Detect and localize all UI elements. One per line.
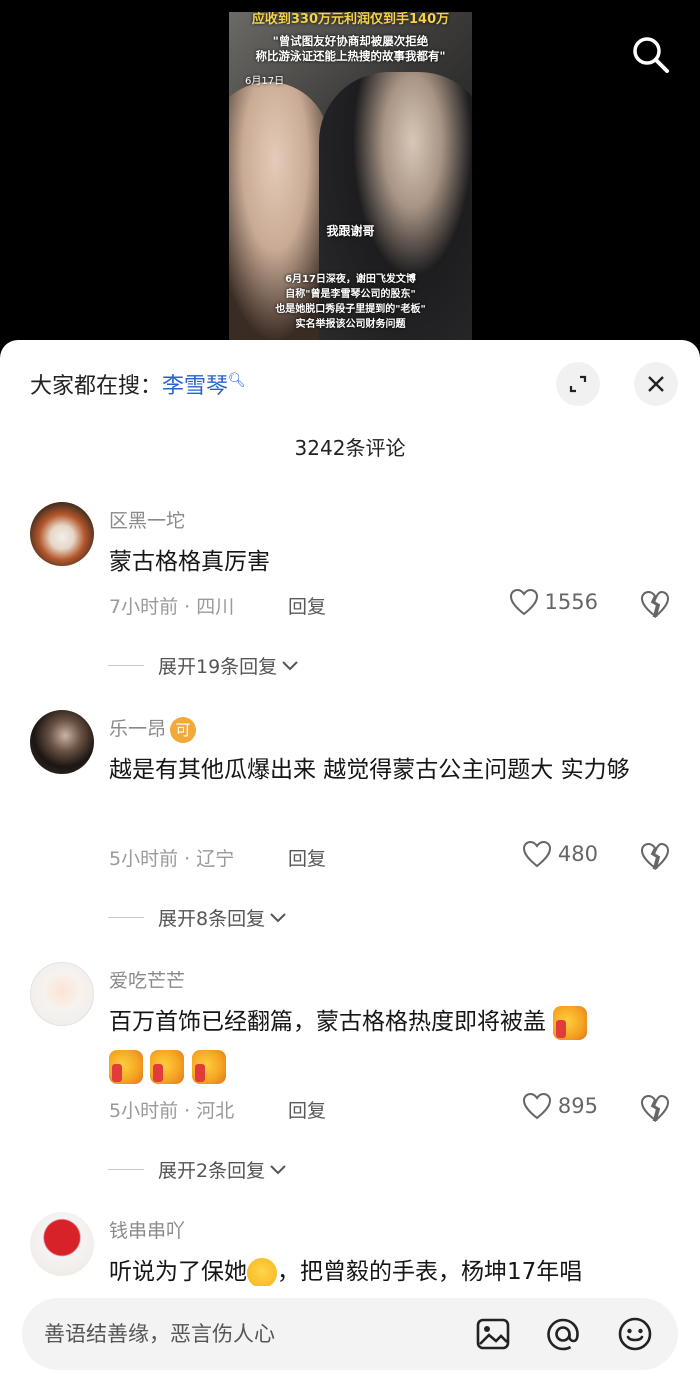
video-frame: 应收到330万元利润仅到手140万 "曾试图友好协商却被屡次拒绝 称比游泳证还能… [229,12,472,342]
user-badge: 可 [170,716,197,743]
divider [108,1169,144,1170]
trending-search-prefix: 大家都在搜： [30,374,163,399]
comment-text-body: 听说为了保她 [109,1259,247,1285]
trending-search[interactable]: 大家都在搜：李雪琴🔍︎ [30,368,246,400]
image-icon[interactable] [474,1315,512,1353]
thumbs-up-emoji-icon [191,1049,226,1084]
heart-icon [522,1092,551,1120]
at-icon[interactable] [544,1315,582,1353]
comment-username[interactable]: 钱串串吖 [109,1216,185,1243]
comment-text: 蒙古格格真厉害 [109,549,270,575]
comment-meta: 5小时前 · 河北 [109,1100,235,1122]
expand-replies-label: 展开8条回复 [158,908,266,930]
like-count: 895 [557,1094,598,1118]
broken-heart-icon[interactable] [640,590,670,620]
video-date: 6月17日 [245,76,285,87]
reply-button[interactable]: 回复 [288,1096,326,1123]
search-icon[interactable] [628,32,672,76]
comment-meta: 7小时前 · 四川 [109,596,235,618]
like-count: 480 [557,842,598,866]
comments-sheet: 大家都在搜：李雪琴🔍︎ 3242条评论 区黑一坨 蒙古格格真厉害 7小时前 · … [0,340,700,1373]
thumbs-up-emoji-icon [553,1005,588,1040]
video-subtitle: "曾试图友好协商却被屡次拒绝 称比游泳证还能上热搜的故事我都有" [233,34,468,64]
video-story-line: 也是她脱口秀段子里提到的"老板" [275,304,426,315]
expand-replies-button[interactable]: 展开8条回复 [108,904,287,931]
comment-text: 百万首饰已经翻篇，蒙古格格热度即将被盖 [109,1000,669,1088]
comment-text: 越是有其他瓜爆出来 越觉得蒙古公主问题大 实力够 [109,757,630,783]
divider [108,665,144,666]
emoji-icon[interactable] [616,1315,654,1353]
comment-username[interactable]: 区黑一坨 [109,506,185,533]
comment-username[interactable]: 乐一昂可 [109,714,197,743]
video-subtitle-line: "曾试图友好协商却被屡次拒绝 [272,34,429,48]
laughing-crying-emoji-icon [247,1257,277,1288]
reply-button[interactable]: 回复 [288,592,326,619]
avatar[interactable] [30,502,94,566]
like-button[interactable]: 1556 [509,588,598,616]
fullscreen-icon[interactable] [556,362,600,406]
heart-icon [522,840,551,868]
comment-input-container[interactable] [22,1298,678,1370]
video-caption: 我跟谢哥 [326,224,375,238]
avatar[interactable] [30,710,94,774]
comment-input[interactable] [44,1316,464,1352]
like-count: 1556 [544,590,598,614]
broken-heart-icon[interactable] [640,842,670,872]
chevron-down-icon [282,660,298,670]
thumbs-up-emoji-icon [109,1049,143,1084]
chevron-down-icon [270,912,286,922]
video-player[interactable]: 应收到330万元利润仅到手140万 "曾试图友好协商却被屡次拒绝 称比游泳证还能… [0,0,700,350]
expand-replies-button[interactable]: 展开2条回复 [108,1156,287,1183]
broken-heart-icon[interactable] [640,1094,670,1124]
comment-username-text: 乐一昂 [109,718,167,740]
comments-count-title: 3242条评论 [294,436,406,460]
chevron-down-icon [270,1164,286,1174]
comment-meta: 5小时前 · 辽宁 [109,848,235,870]
expand-replies-button[interactable]: 展开19条回复 [108,652,299,679]
heart-icon [509,588,538,616]
comment-username[interactable]: 爱吃芒芒 [109,966,185,993]
trending-search-keyword[interactable]: 李雪琴 [162,374,228,399]
close-icon[interactable] [634,362,678,406]
avatar[interactable] [30,962,94,1026]
expand-replies-label: 展开2条回复 [158,1160,266,1182]
thumbs-up-emoji-icon [150,1049,185,1084]
video-story-text: 6月17日深夜，谢田飞发文博 自称"曾是李雪琴公司的股东" 也是她脱口秀段子里提… [235,272,466,332]
expand-replies-label: 展开19条回复 [158,656,278,678]
video-subtitle-line: 称比游泳证还能上热搜的故事我都有" [255,49,446,63]
reply-button[interactable]: 回复 [288,844,326,871]
comment-text-tail: ，把曾毅的手表，杨坤17年唱 [277,1259,583,1285]
small-search-icon: 🔍︎ [228,372,246,389]
video-story-line: 6月17日深夜，谢田飞发文博 [285,274,416,285]
comment-input-bar [0,1286,700,1373]
like-button[interactable]: 480 [522,840,598,868]
video-headline: 应收到330万元利润仅到手140万 [251,12,450,27]
divider [108,917,144,918]
video-story-line: 实名举报该公司财务问题 [295,319,406,330]
comment-text-body: 百万首饰已经翻篇，蒙古格格热度即将被盖 [109,1009,546,1035]
like-button[interactable]: 895 [522,1092,598,1120]
avatar[interactable] [30,1212,94,1276]
video-story-line: 自称"曾是李雪琴公司的股东" [285,289,416,300]
